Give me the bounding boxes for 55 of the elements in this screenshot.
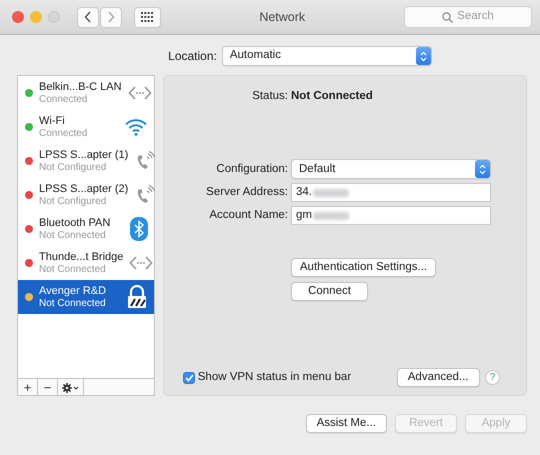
stepper-icon xyxy=(479,164,486,175)
service-name: LPSS S...apter (2) xyxy=(39,182,128,196)
stepper-icon xyxy=(420,50,427,62)
search-icon xyxy=(442,12,454,22)
service-item[interactable]: Avenger R&D Not Connected xyxy=(18,280,154,314)
input-field[interactable]: 34. xyxy=(291,183,491,202)
status-value: Not Connected xyxy=(291,89,374,104)
location-popup[interactable]: Automatic xyxy=(222,46,432,66)
show-all-button[interactable] xyxy=(134,6,160,28)
service-name: Bluetooth PAN xyxy=(39,216,110,230)
service-status: Not Connected xyxy=(39,230,107,242)
checkmark-icon xyxy=(184,374,194,382)
service-status: Not Connected xyxy=(39,298,106,310)
service-item[interactable]: LPSS S...apter (1) Not Configured xyxy=(18,144,154,178)
service-name: Thunde...t Bridge xyxy=(39,250,124,264)
service-item[interactable]: Thunde...t Bridge Not Connected xyxy=(18,246,154,280)
service-item[interactable]: Wi-Fi Connected xyxy=(18,110,154,144)
back-button[interactable] xyxy=(77,6,99,28)
ethernet-icon xyxy=(129,255,154,271)
vpn-status-checkbox[interactable]: Show VPN status in menu bar xyxy=(183,368,352,386)
chevron-right-icon xyxy=(107,11,115,23)
advanced-button[interactable]: Advanced... xyxy=(396,368,480,387)
configuration-popup[interactable]: Default xyxy=(291,159,491,180)
grid-icon xyxy=(141,12,153,22)
minimize-button[interactable] xyxy=(30,11,42,23)
service-name: LPSS S...apter (1) xyxy=(39,148,128,162)
chevron-left-icon xyxy=(84,11,92,23)
field-label: Server Address: xyxy=(205,185,288,200)
window-title: Network xyxy=(259,10,306,24)
service-status: Not Configured xyxy=(39,162,108,174)
authentication-settings-button[interactable]: Authentication Settings... xyxy=(291,258,436,278)
assist-button[interactable]: Assist Me... xyxy=(306,414,387,433)
service-name: Belkin...B-C LAN xyxy=(39,80,122,94)
connect-button[interactable]: Connect xyxy=(291,282,368,302)
service-item[interactable]: LPSS S...apter (2) Not Configured xyxy=(18,178,154,212)
wifi-icon xyxy=(124,118,148,136)
service-status: Not Connected xyxy=(39,264,107,276)
bluetooth-icon xyxy=(130,217,148,241)
status-label: Status: xyxy=(251,89,288,104)
service-item[interactable]: Bluetooth PAN Not Connected xyxy=(18,212,154,246)
service-name: Avenger R&D xyxy=(39,284,106,298)
ethernet-icon xyxy=(128,85,152,101)
field-label: Account Name: xyxy=(208,208,288,224)
padlock-icon xyxy=(126,285,148,309)
add-button[interactable]: + xyxy=(18,379,38,395)
location-label: Location: xyxy=(168,48,217,65)
service-status: Connected xyxy=(39,128,88,140)
remove-button[interactable]: − xyxy=(38,379,58,395)
close-button[interactable] xyxy=(12,11,24,23)
field-label: Configuration: xyxy=(215,162,288,177)
input-field[interactable]: gm xyxy=(291,206,491,226)
service-name: Wi-Fi xyxy=(39,114,66,128)
service-status: Connected xyxy=(39,94,88,106)
service-item[interactable]: Belkin...B-C LAN Connected xyxy=(18,76,154,110)
service-status: Not Configured xyxy=(39,196,108,208)
